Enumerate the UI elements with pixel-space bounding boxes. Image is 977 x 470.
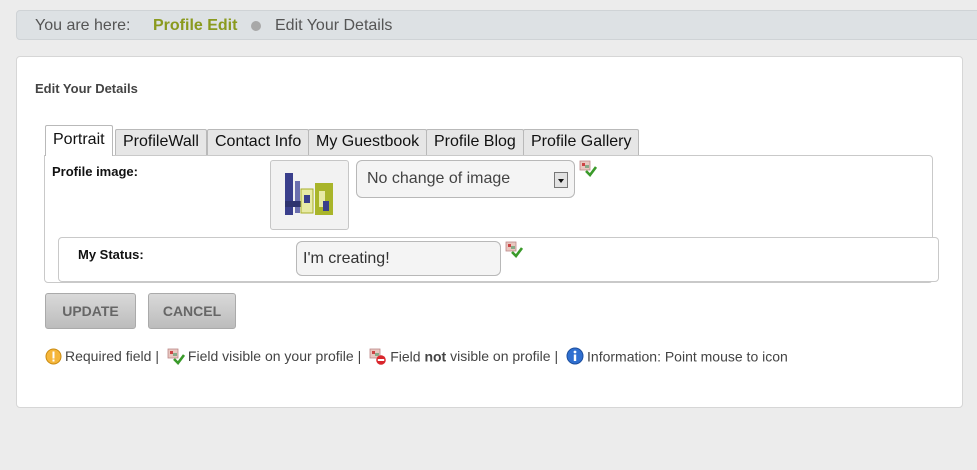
chevron-down-icon[interactable] (554, 172, 568, 188)
tab-profile-gallery[interactable]: Profile Gallery (523, 129, 640, 155)
field-visible-icon (167, 348, 185, 365)
required-icon (45, 348, 62, 365)
legend-separator: | (155, 348, 160, 365)
field-not-visible-icon (369, 348, 387, 365)
legend-visible-text: Field visible on your profile (187, 348, 354, 365)
profile-logo-icon (285, 173, 333, 215)
breadcrumb: You are here: Profile Edit Edit Your Det… (16, 10, 977, 40)
legend-not-visible-bold: not (424, 348, 447, 365)
legend-separator: | (554, 348, 559, 365)
profile-image-label: Profile image: (52, 164, 138, 179)
profile-image-select-value: No change of image (367, 170, 511, 187)
profile-image-thumbnail[interactable] (270, 160, 349, 230)
profile-image-select[interactable]: No change of image (356, 160, 575, 198)
legend-required-text: Required field (65, 348, 152, 365)
breadcrumb-prefix: You are here: (35, 17, 131, 34)
legend-separator: | (357, 348, 362, 365)
breadcrumb-current: Edit Your Details (275, 17, 393, 34)
field-legend: Required field | Field visible on your pr… (45, 347, 788, 365)
status-row: My Status: (58, 237, 939, 282)
legend-not-visible-post: visible on profile (450, 348, 551, 365)
legend-info-text: Information: Point mouse to icon (587, 348, 788, 365)
cancel-button[interactable]: CANCEL (148, 293, 236, 329)
info-icon (566, 347, 584, 365)
breadcrumb-link-profile-edit[interactable]: Profile Edit (153, 17, 237, 35)
tab-profilewall[interactable]: ProfileWall (115, 129, 207, 155)
portrait-tab-content: Profile image: No change of image My Sta… (44, 155, 939, 283)
field-visible-icon[interactable] (505, 241, 523, 258)
legend-not-visible-pre: Field (390, 348, 421, 365)
status-input[interactable] (296, 241, 501, 276)
edit-details-panel: Edit Your Details Portrait ProfileWall C… (16, 56, 963, 408)
breadcrumb-separator-icon (251, 21, 261, 31)
tab-my-guestbook[interactable]: My Guestbook (308, 129, 428, 155)
panel-title: Edit Your Details (35, 81, 138, 96)
tab-contact-info[interactable]: Contact Info (207, 129, 310, 155)
tab-portrait[interactable]: Portrait (45, 125, 113, 156)
tab-profile-blog[interactable]: Profile Blog (426, 129, 524, 155)
update-button[interactable]: UPDATE (45, 293, 136, 329)
field-visible-icon[interactable] (579, 160, 597, 177)
my-status-label: My Status: (78, 247, 144, 262)
